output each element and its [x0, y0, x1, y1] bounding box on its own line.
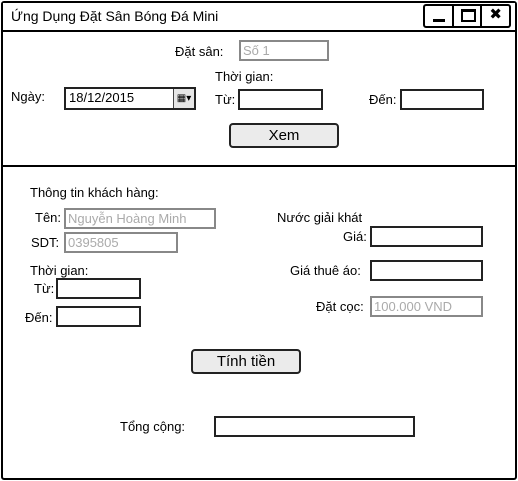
date-label: Ngày: [11, 89, 45, 104]
maximize-button[interactable] [451, 6, 481, 26]
close-button[interactable]: ✖ [480, 6, 509, 26]
total-label: Tổng cộng: [120, 419, 186, 434]
calculate-button[interactable]: Tính tiền [191, 349, 301, 374]
price-input[interactable] [370, 226, 483, 247]
customer-from-input[interactable] [56, 278, 141, 299]
from-label: Từ: [215, 92, 236, 107]
customer-time-heading: Thời gian: [30, 263, 89, 278]
name-label: Tên: [35, 210, 62, 225]
view-button[interactable]: Xem [229, 123, 339, 148]
minimize-button[interactable] [425, 6, 452, 26]
customer-from-label: Từ: [34, 281, 55, 296]
drinks-heading: Nước giải khát [277, 210, 363, 225]
date-picker[interactable]: 18/12/2015 ▦▾ [64, 87, 196, 110]
window-controls: ✖ [423, 4, 511, 28]
shirt-rent-label: Giá thuê áo: [290, 263, 361, 278]
time-heading: Thời gian: [215, 69, 274, 84]
deposit-input[interactable]: 100.000 VND [370, 296, 483, 317]
phone-label: SDT: [31, 235, 60, 250]
deposit-label: Đặt cọc: [316, 299, 364, 314]
phone-input[interactable]: 0395805 [64, 232, 178, 253]
to-label: Đến: [369, 92, 397, 107]
calendar-dropdown-icon[interactable]: ▦▾ [173, 89, 194, 108]
field-label: Đặt sân: [175, 44, 224, 59]
shirt-rent-input[interactable] [370, 260, 483, 281]
total-output[interactable] [214, 416, 415, 437]
section-divider [3, 165, 515, 167]
from-time-input[interactable] [238, 89, 323, 110]
customer-to-label: Đến: [25, 310, 53, 325]
maximize-icon [460, 9, 476, 22]
date-value: 18/12/2015 [69, 90, 135, 105]
customer-to-input[interactable] [56, 306, 141, 327]
customer-info-heading: Thông tin khách hàng: [30, 185, 159, 200]
close-icon: ✖ [489, 6, 502, 23]
price-label: Giá: [343, 229, 367, 244]
field-number-input[interactable]: Số 1 [239, 40, 329, 61]
window-title: Ứng Dụng Đặt Sân Bóng Đá Mini [11, 8, 219, 24]
to-time-input[interactable] [400, 89, 484, 110]
customer-name-input[interactable]: Nguyễn Hoàng Minh [64, 208, 216, 229]
title-bar: Ứng Dụng Đặt Sân Bóng Đá Mini ✖ [3, 3, 515, 32]
app-window: Ứng Dụng Đặt Sân Bóng Đá Mini ✖ Đặt sân:… [1, 1, 517, 480]
minimize-icon [433, 19, 445, 22]
